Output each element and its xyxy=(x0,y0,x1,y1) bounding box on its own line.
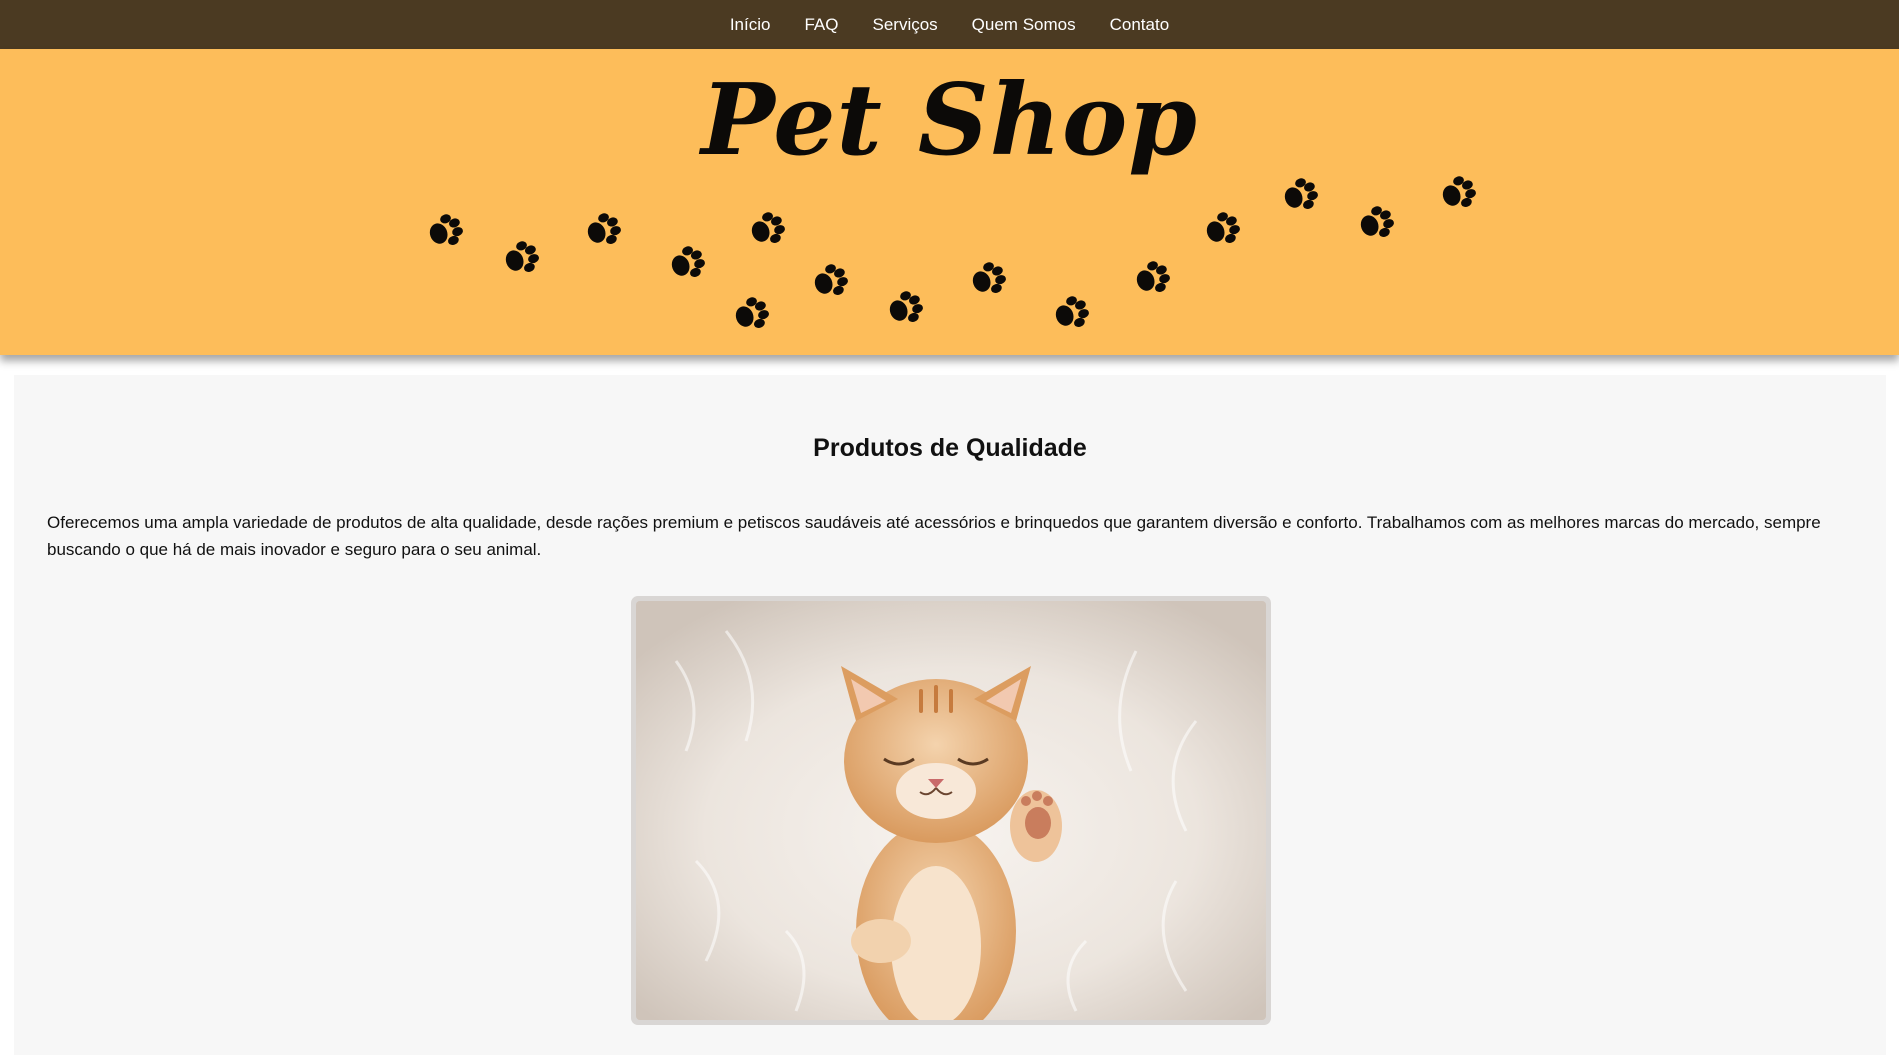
nav-link-inicio[interactable]: Início xyxy=(713,0,788,49)
paw-print-trail xyxy=(425,172,1480,335)
paw-icon xyxy=(968,258,1010,300)
paw-icon xyxy=(1051,292,1093,334)
paw-icon xyxy=(1438,172,1480,214)
paw-icon xyxy=(1202,208,1244,250)
nav-link-contato[interactable]: Contato xyxy=(1093,0,1187,49)
paw-icon xyxy=(885,287,927,329)
paw-icon xyxy=(1280,174,1322,216)
paw-icon xyxy=(1132,257,1174,299)
paw-icon xyxy=(425,210,467,252)
hero-banner: Pet Shop xyxy=(0,49,1899,355)
paw-icon xyxy=(747,208,789,250)
paw-icon xyxy=(667,242,709,284)
kitten-photo-frame xyxy=(631,596,1271,1025)
paw-icon xyxy=(810,260,852,302)
products-section: Produtos de Qualidade Oferecemos uma amp… xyxy=(14,375,1886,1055)
nav-link-quem-somos[interactable]: Quem Somos xyxy=(955,0,1093,49)
paw-icon xyxy=(583,209,625,251)
paw-icon xyxy=(501,237,543,279)
sleeping-kitten-photo xyxy=(636,601,1266,1020)
top-navigation: Início FAQ Serviços Quem Somos Contato xyxy=(0,0,1899,49)
nav-link-faq[interactable]: FAQ xyxy=(787,0,855,49)
paw-icon xyxy=(731,293,773,335)
nav-link-servicos[interactable]: Serviços xyxy=(855,0,954,49)
paw-icon xyxy=(1356,202,1398,244)
section-heading: Produtos de Qualidade xyxy=(813,434,1087,462)
section-paragraph: Oferecemos uma ampla variedade de produt… xyxy=(47,513,1821,559)
